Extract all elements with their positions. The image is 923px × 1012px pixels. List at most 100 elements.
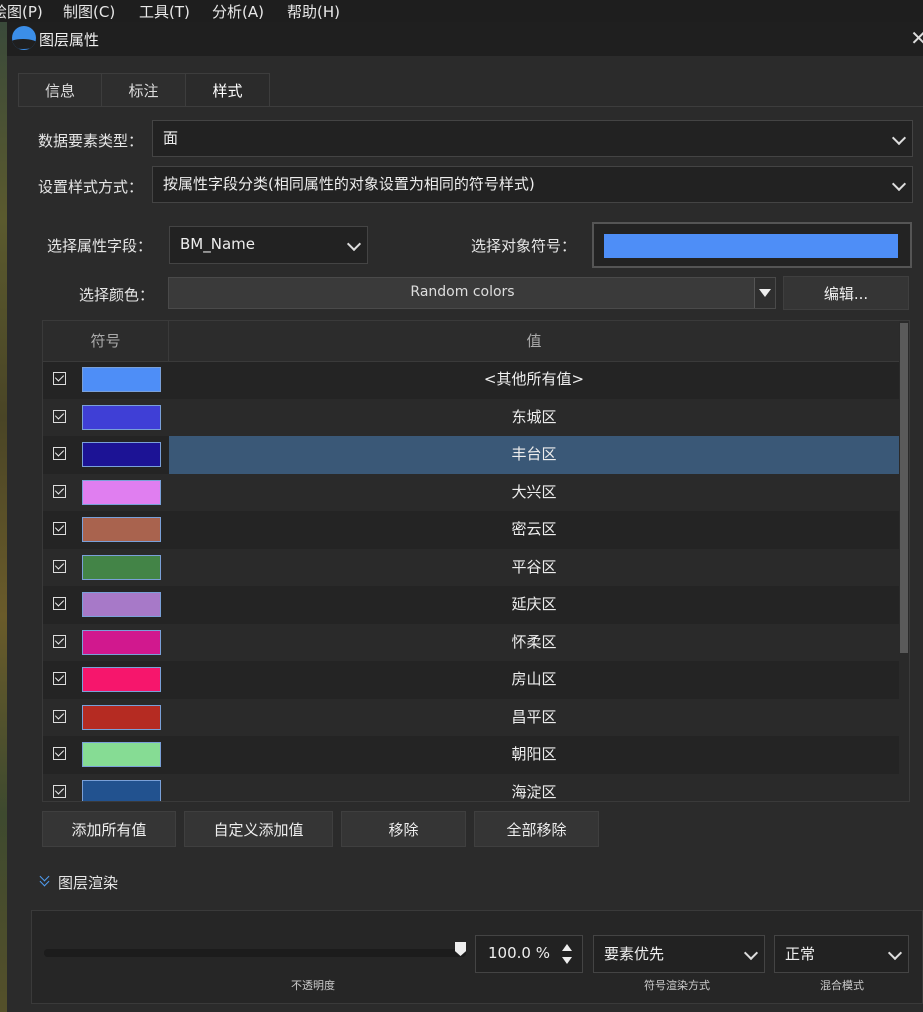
row-checkbox[interactable]: [53, 784, 66, 798]
blend-mode-select[interactable]: 正常: [774, 935, 909, 973]
menu-item-analysis[interactable]: 分析(A): [212, 1, 264, 22]
menu-item-draw[interactable]: 绘图(P): [0, 1, 43, 22]
titlebar: 图层属性 ✕: [7, 22, 923, 56]
row-checkbox[interactable]: [53, 409, 66, 423]
row-value: 东城区: [511, 407, 557, 426]
symbol-swatch[interactable]: [82, 592, 161, 617]
render-panel: 100.0 % 要素优先 正常 不透明度 符号渲染方式 混合模式: [31, 910, 923, 1004]
chevron-down-icon: [891, 176, 907, 192]
opacity-label: 不透明度: [291, 979, 335, 992]
chevron-down-icon: [887, 945, 903, 961]
table-row[interactable]: 东城区: [43, 398, 899, 436]
add-all-values-button[interactable]: 添加所有值: [42, 811, 176, 847]
symbol-picker[interactable]: [592, 222, 912, 268]
field-select[interactable]: BM_Name: [169, 226, 368, 264]
symbol-swatch[interactable]: [82, 554, 161, 580]
symbol-render-mode-select[interactable]: 要素优先: [593, 935, 765, 973]
symbol-render-mode-label: 符号渲染方式: [644, 979, 710, 992]
menubar: 绘图(P) 制图(C) 工具(T) 分析(A) 帮助(H): [0, 0, 923, 22]
spin-down-icon[interactable]: [562, 957, 572, 964]
symbol-swatch[interactable]: [82, 629, 161, 655]
table-row[interactable]: 怀柔区: [43, 623, 899, 661]
row-checkbox[interactable]: [53, 747, 66, 760]
symbol-swatch[interactable]: [82, 667, 161, 692]
opacity-slider-fill: [44, 949, 466, 957]
close-icon[interactable]: ✕: [910, 26, 923, 50]
data-type-value: 面: [163, 129, 179, 147]
custom-add-value-button[interactable]: 自定义添加值: [184, 811, 333, 847]
row-value: 房山区: [511, 670, 557, 688]
opacity-spinbox[interactable]: 100.0 %: [475, 935, 583, 973]
table-row[interactable]: 房山区: [43, 661, 899, 699]
data-type-label: 数据要素类型：: [38, 132, 144, 150]
row-checkbox[interactable]: [53, 522, 66, 535]
color-scheme-value: Random colors: [410, 284, 515, 300]
symbol-swatch[interactable]: [82, 404, 161, 430]
menu-item-map[interactable]: 制图(C): [63, 1, 115, 22]
table-row[interactable]: 大兴区: [43, 473, 899, 511]
color-scheme-select[interactable]: Random colors: [168, 277, 776, 309]
symbol-swatch[interactable]: [82, 442, 161, 467]
row-checkbox[interactable]: [53, 597, 66, 610]
menu-item-tools[interactable]: 工具(T): [139, 1, 190, 22]
row-checkbox[interactable]: [53, 672, 66, 685]
table-row[interactable]: 密云区: [43, 511, 899, 549]
edit-button[interactable]: 编辑...: [783, 276, 909, 310]
color-label: 选择颜色：: [79, 286, 155, 304]
remove-button[interactable]: 移除: [341, 811, 466, 847]
symbol-swatch[interactable]: [82, 367, 161, 392]
scrollbar-thumb[interactable]: [900, 323, 908, 653]
symbol-swatch[interactable]: [82, 517, 161, 542]
row-value: 大兴区: [511, 482, 557, 501]
app-logo-icon: [12, 26, 36, 50]
row-checkbox[interactable]: [53, 447, 66, 460]
dialog-title: 图层属性: [39, 31, 100, 49]
render-section-title[interactable]: 图层渲染: [58, 872, 118, 893]
row-checkbox[interactable]: [53, 709, 66, 723]
symbol-swatch[interactable]: [82, 779, 161, 801]
row-checkbox[interactable]: [53, 372, 66, 385]
dropdown-arrow-icon[interactable]: [754, 278, 775, 308]
style-mode-select[interactable]: 按属性字段分类(相同属性的对象设置为相同的符号样式): [152, 166, 913, 203]
table-row[interactable]: 海淀区: [43, 773, 899, 801]
spin-up-icon[interactable]: [562, 944, 572, 951]
row-value: 平谷区: [511, 557, 557, 576]
chevron-down-icon: [346, 236, 362, 252]
style-mode-value: 按属性字段分类(相同属性的对象设置为相同的符号样式): [163, 175, 535, 193]
tab-info[interactable]: 信息: [18, 73, 102, 107]
opacity-value: 100.0 %: [488, 944, 550, 962]
table-row[interactable]: <其他所有值>: [43, 361, 899, 399]
symbol-label: 选择对象符号：: [471, 237, 577, 255]
chevron-down-icon: [891, 130, 907, 146]
symbol-swatch: [604, 234, 898, 258]
symbol-swatch[interactable]: [82, 479, 161, 505]
remove-all-button[interactable]: 全部移除: [474, 811, 599, 847]
blend-mode-label: 混合模式: [820, 979, 864, 992]
symbol-swatch[interactable]: [82, 704, 161, 730]
table-scrollbar[interactable]: [899, 321, 909, 801]
symbol-swatch[interactable]: [82, 742, 161, 767]
data-type-select[interactable]: 面: [152, 120, 913, 157]
chevron-down-icon: [743, 945, 759, 961]
tab-style[interactable]: 样式: [185, 73, 270, 107]
row-checkbox[interactable]: [53, 484, 66, 498]
table-row[interactable]: 昌平区: [43, 698, 899, 736]
style-mode-label: 设置样式方式：: [38, 178, 144, 196]
table-row[interactable]: 平谷区: [43, 548, 899, 586]
opacity-slider[interactable]: [44, 942, 466, 957]
menu-item-help[interactable]: 帮助(H): [287, 1, 340, 22]
row-checkbox[interactable]: [53, 634, 66, 648]
header-symbol: 符号: [43, 321, 169, 361]
row-checkbox[interactable]: [53, 559, 66, 573]
collapse-chevron-icon[interactable]: [39, 873, 49, 883]
field-value: BM_Name: [180, 235, 255, 253]
table-row[interactable]: 延庆区: [43, 586, 899, 624]
map-background: [0, 22, 7, 1012]
table-row[interactable]: 丰台区: [43, 436, 899, 474]
tab-label[interactable]: 标注: [101, 73, 186, 107]
tab-divider: [18, 106, 923, 107]
table-header: 符号 值: [43, 321, 899, 362]
category-table: 符号 值 <其他所有值> 东城区丰台区大兴区密云区平谷区延庆区 怀柔区房山区昌平区朝…: [42, 320, 910, 802]
table-row[interactable]: 朝阳区: [43, 736, 899, 774]
row-value: <其他所有值>: [483, 370, 585, 388]
